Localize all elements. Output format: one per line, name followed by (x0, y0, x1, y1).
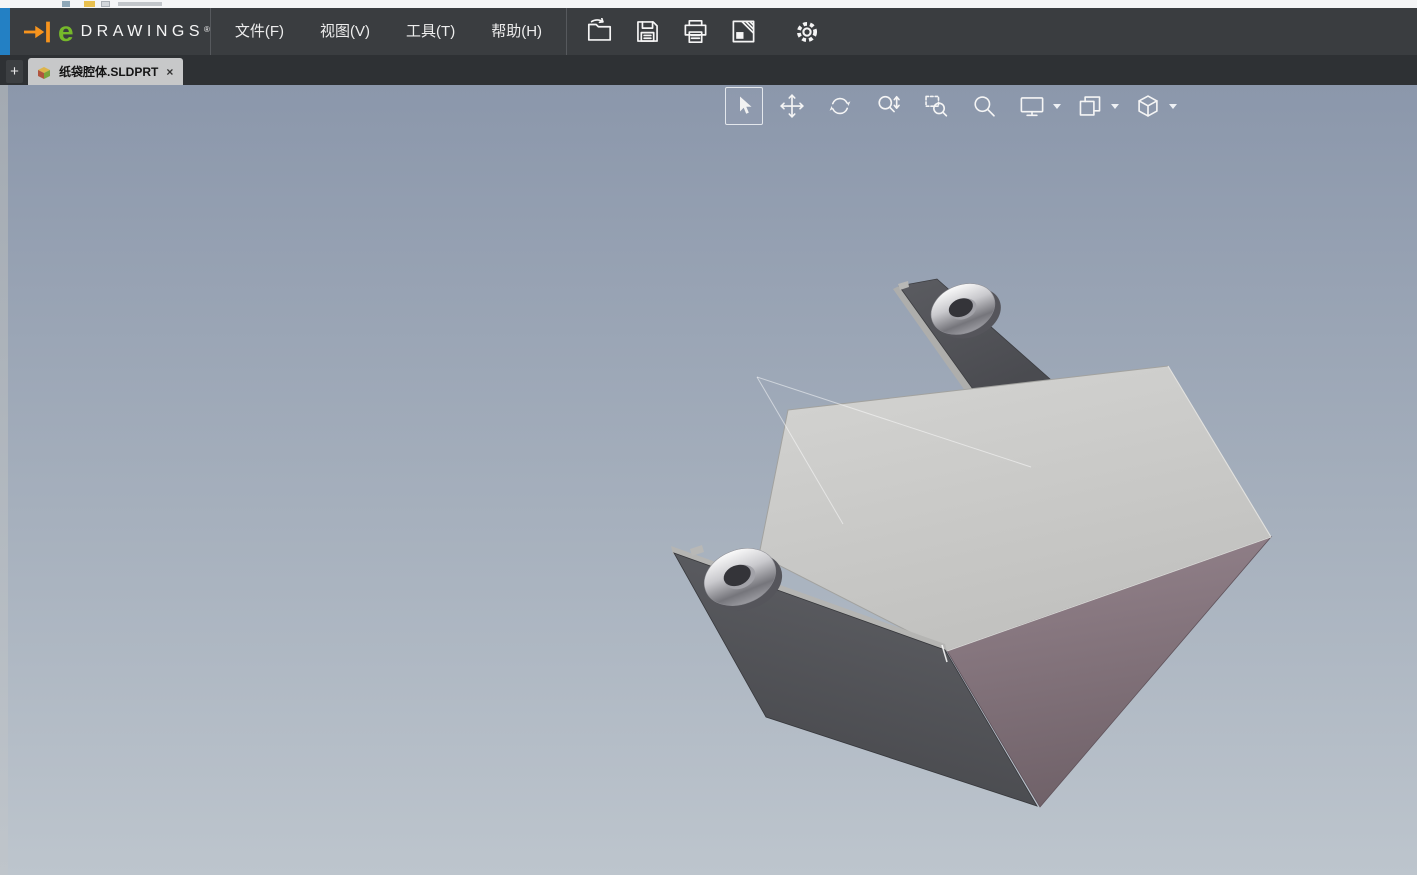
send-icon (732, 20, 754, 43)
sheets-tool-group (1066, 87, 1124, 125)
tab-bar: + 纸袋腔体.SLDPRT × (0, 55, 1417, 85)
part-document-icon (38, 66, 50, 79)
quick-toolbar (567, 11, 831, 53)
zoom-area-button[interactable] (917, 87, 955, 125)
logo-wordmark: DRAWINGS (80, 22, 204, 40)
fullscreen-button[interactable] (1013, 87, 1051, 125)
window-edge-accent (0, 8, 10, 55)
zoom-in-out-icon (878, 95, 900, 113)
send-button[interactable] (719, 11, 767, 53)
print-icon (684, 19, 706, 44)
view-toolbar (720, 86, 1182, 126)
chevron-down-icon[interactable] (1053, 103, 1061, 109)
menu-tools[interactable]: 工具(T) (388, 8, 473, 55)
cube-icon (1138, 95, 1158, 117)
save-button[interactable] (623, 11, 671, 53)
orientation-button[interactable] (1129, 87, 1167, 125)
print-button[interactable] (671, 11, 719, 53)
new-tab-button[interactable]: + (6, 60, 23, 83)
zoom-tool-button[interactable] (869, 87, 907, 125)
logo-e: e (58, 15, 74, 47)
select-tool-button[interactable] (725, 87, 763, 125)
clipped-folder-icon (84, 1, 95, 7)
orientation-tool-group (1124, 87, 1182, 125)
gear-icon (796, 21, 818, 42)
model-canvas (671, 273, 1273, 808)
chevron-down-icon[interactable] (1111, 103, 1119, 109)
edrawings-logo: e DRAWINGS ® (0, 15, 210, 47)
menu-file[interactable]: 文件(F) (217, 8, 302, 55)
open-file-button[interactable] (575, 11, 623, 53)
clipped-doc-icon (101, 1, 110, 7)
viewport-left-edge (0, 85, 8, 875)
clipped-text-fragment (118, 2, 162, 6)
zoom-fit-button[interactable] (965, 87, 1003, 125)
pan-icon (780, 94, 804, 118)
menu-bar: 文件(F) 视图(V) 工具(T) 帮助(H) (211, 8, 566, 55)
menu-help[interactable]: 帮助(H) (473, 8, 560, 55)
select-arrow-icon (740, 96, 752, 114)
clipped-window-fragment (0, 0, 1417, 8)
fullscreen-tool-group (1008, 87, 1066, 125)
tab-document[interactable]: 纸袋腔体.SLDPRT × (28, 58, 184, 85)
open-file-icon (587, 18, 611, 41)
zoom-fit-icon (974, 96, 995, 117)
pages-icon (1079, 96, 1101, 116)
tab-close-button[interactable]: × (165, 65, 174, 79)
app-header: e DRAWINGS ® 文件(F) 视图(V) 工具(T) 帮助(H) (0, 8, 1417, 55)
wall-notch (690, 545, 704, 556)
pan-tool-button[interactable] (773, 87, 811, 125)
options-button[interactable] (783, 11, 831, 53)
logo-arrow-icon (24, 21, 50, 42)
zoom-area-icon (925, 95, 948, 117)
sheets-button[interactable] (1071, 87, 1109, 125)
save-icon (636, 21, 658, 42)
tab-label: 纸袋腔体.SLDPRT (59, 65, 159, 79)
rotate-tool-button[interactable] (821, 87, 859, 125)
part-model[interactable] (671, 273, 1273, 808)
viewport-canvas[interactable] (8, 85, 1417, 875)
rotate-icon (829, 97, 851, 115)
menu-view[interactable]: 视图(V) (302, 8, 388, 55)
clipped-icon (62, 1, 70, 7)
monitor-icon (1020, 97, 1044, 117)
chevron-down-icon[interactable] (1169, 103, 1177, 109)
